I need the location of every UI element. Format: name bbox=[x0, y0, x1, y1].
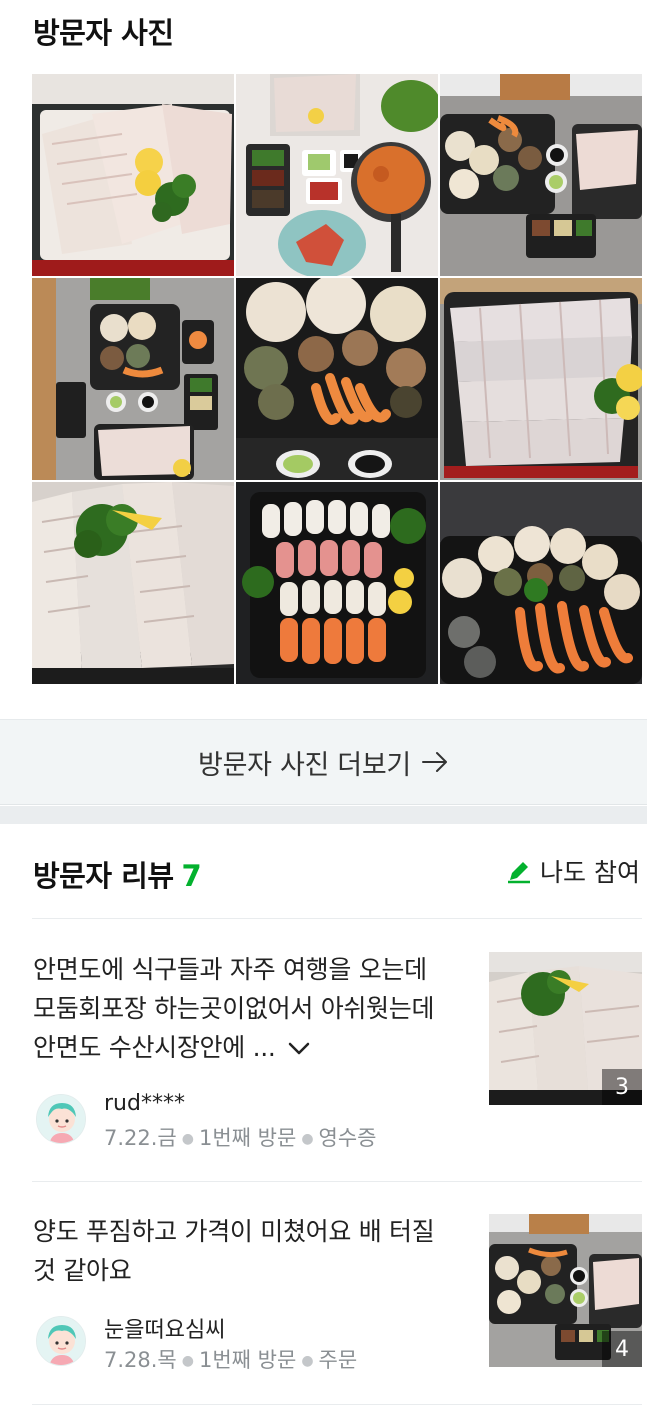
visit-count: 1번째 방문 bbox=[198, 1348, 297, 1372]
review-meta: 7.22.금 ● 1번째 방문 ● 영수증 bbox=[104, 1126, 377, 1150]
review-photo-thumbnail[interactable]: 3 bbox=[489, 952, 642, 1105]
chevron-down-icon[interactable] bbox=[288, 1042, 310, 1056]
photo-count-badge: 3 bbox=[602, 1069, 642, 1105]
review-author[interactable]: rud**** bbox=[104, 1091, 185, 1116]
join-review-label: 나도 참여 bbox=[540, 858, 640, 887]
review-date: 7.28.목 bbox=[104, 1348, 177, 1372]
photo-sushi-platter[interactable] bbox=[236, 482, 438, 684]
photo-shellfish-platter-table[interactable] bbox=[440, 74, 642, 276]
photo-fish-platter[interactable] bbox=[440, 278, 642, 480]
pencil-icon bbox=[508, 862, 531, 884]
photo-shellfish-shrimp[interactable] bbox=[236, 278, 438, 480]
photo-count-badge: 4 bbox=[602, 1331, 642, 1367]
photo-tray-overview[interactable] bbox=[32, 278, 234, 480]
join-review-button[interactable]: 나도 참여 bbox=[506, 853, 640, 889]
section-separator bbox=[0, 806, 647, 824]
visitor-photo-grid bbox=[32, 74, 642, 685]
review-text[interactable]: 안면도에 식구들과 자주 여행을 오는데 모둠회포장 하는곳이없어서 아쉬웟는데… bbox=[33, 950, 453, 1067]
verification-type: 영수증 bbox=[318, 1126, 377, 1150]
review-date: 7.22.금 bbox=[104, 1126, 177, 1150]
review-count-badge: 7 bbox=[181, 859, 202, 893]
divider bbox=[32, 1181, 642, 1182]
photos-section-title: 방문자 사진 bbox=[33, 16, 174, 50]
more-visitor-photos-label: 방문자 사진 더보기 bbox=[198, 749, 411, 781]
photo-sashimi-closeup[interactable] bbox=[32, 482, 234, 684]
review-meta: 7.28.목 ● 1번째 방문 ● 주문 bbox=[104, 1348, 358, 1372]
avatar bbox=[36, 1316, 86, 1366]
review-text-body: 양도 푸짐하고 가격이 미쳤어요 배 터질것 같아요 bbox=[33, 1217, 435, 1285]
reviews-section-title: 방문자 리뷰 7 bbox=[33, 853, 202, 895]
photo-scallops-shrimp[interactable] bbox=[440, 482, 642, 684]
review-text[interactable]: 양도 푸짐하고 가격이 미쳤어요 배 터질것 같아요 bbox=[33, 1212, 453, 1290]
more-visitor-photos-button[interactable]: 방문자 사진 더보기 bbox=[0, 719, 647, 805]
avatar bbox=[36, 1094, 86, 1144]
divider bbox=[32, 918, 642, 919]
reviews-title-text: 방문자 리뷰 bbox=[33, 859, 174, 893]
review-text-body: 안면도에 식구들과 자주 여행을 오는데 모둠회포장 하는곳이없어서 아쉬웟는데… bbox=[33, 955, 435, 1062]
arrow-right-icon bbox=[421, 752, 447, 772]
visit-count: 1번째 방문 bbox=[198, 1126, 297, 1150]
divider bbox=[32, 1404, 642, 1405]
photo-table-sauces-stew[interactable] bbox=[236, 74, 438, 276]
photo-sliced-fish-lemon[interactable] bbox=[32, 74, 234, 276]
review-photo-thumbnail[interactable]: 4 bbox=[489, 1214, 642, 1367]
review-author[interactable]: 눈을떠요심씨 bbox=[104, 1312, 225, 1344]
verification-type: 주문 bbox=[318, 1348, 358, 1372]
